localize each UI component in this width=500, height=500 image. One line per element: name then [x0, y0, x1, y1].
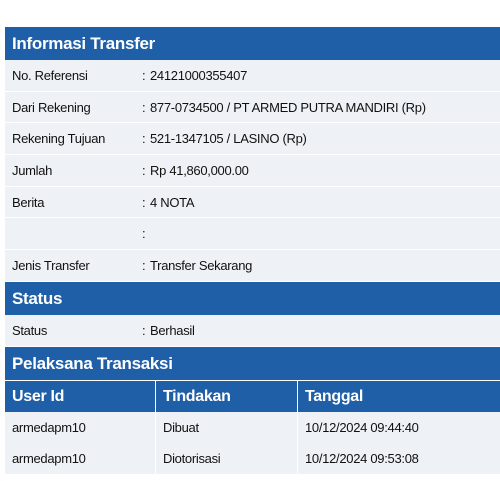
field-label: Status — [12, 322, 48, 338]
cell-action: Diotorisasi — [155, 442, 297, 474]
field-value: Rp 41,860,000.00 — [150, 162, 249, 178]
section-header-transfer-info: Informasi Transfer — [5, 27, 500, 60]
executor-table-header: User Id Tindakan Tanggal — [5, 379, 500, 412]
section-header-executor: Pelaksana Transaksi — [5, 346, 500, 380]
field-value: 521-1347105 / LASINO (Rp) — [150, 131, 307, 147]
column-header-action: Tindakan — [155, 380, 297, 412]
field-separator: : — [142, 131, 146, 147]
row-amount: Jumlah : Rp 41,860,000.00 — [5, 155, 500, 187]
transaction-detail: Informasi Transfer No. Referensi : 24121… — [5, 27, 500, 474]
column-header-date: Tanggal — [297, 380, 500, 412]
field-separator: : — [142, 322, 146, 338]
row-from-account: Dari Rekening : 877-0734500 / PT ARMED P… — [5, 91, 500, 124]
cell-date: 10/12/2024 09:53:08 — [297, 442, 500, 474]
cell-date: 10/12/2024 09:44:40 — [297, 411, 500, 443]
column-header-user-id: User Id — [12, 387, 65, 405]
field-separator: : — [142, 99, 146, 115]
field-value: Transfer Sekarang — [150, 257, 253, 273]
status-value: Berhasil — [150, 322, 195, 338]
field-separator: : — [142, 194, 146, 210]
cell-user-id: armedapm10 — [12, 419, 86, 435]
field-label: Jumlah — [12, 162, 53, 178]
cell-user-id: armedapm10 — [12, 450, 86, 466]
field-label: No. Referensi — [12, 67, 88, 83]
row-message: Berita : 4 NOTA — [5, 186, 500, 219]
field-label: Dari Rekening — [12, 99, 91, 115]
field-label: Berita — [12, 194, 45, 210]
field-value: 4 NOTA — [150, 194, 195, 210]
row-transfer-type: Jenis Transfer : Transfer Sekarang — [5, 250, 500, 282]
row-destination-account: Rekening Tujuan : 521-1347105 / LASINO (… — [5, 123, 500, 156]
field-separator: : — [142, 257, 146, 273]
field-value: 24121000355407 — [150, 67, 248, 83]
field-value: 877-0734500 / PT ARMED PUTRA MANDIRI (Rp… — [150, 99, 426, 115]
table-row: armedapm10 Diotorisasi 10/12/2024 09:53:… — [5, 442, 500, 474]
field-separator: : — [142, 226, 146, 242]
table-row: armedapm10 Dibuat 10/12/2024 09:44:40 — [5, 411, 500, 443]
cell-action: Dibuat — [155, 411, 297, 443]
section-header-status: Status — [5, 281, 500, 315]
row-status: Status : Berhasil — [5, 314, 500, 347]
row-empty: : — [5, 218, 500, 251]
row-reference-number: No. Referensi : 24121000355407 — [5, 60, 500, 92]
field-label: Rekening Tujuan — [12, 131, 106, 147]
field-label: Jenis Transfer — [12, 257, 90, 273]
field-separator: : — [142, 162, 146, 178]
field-separator: : — [142, 67, 146, 83]
